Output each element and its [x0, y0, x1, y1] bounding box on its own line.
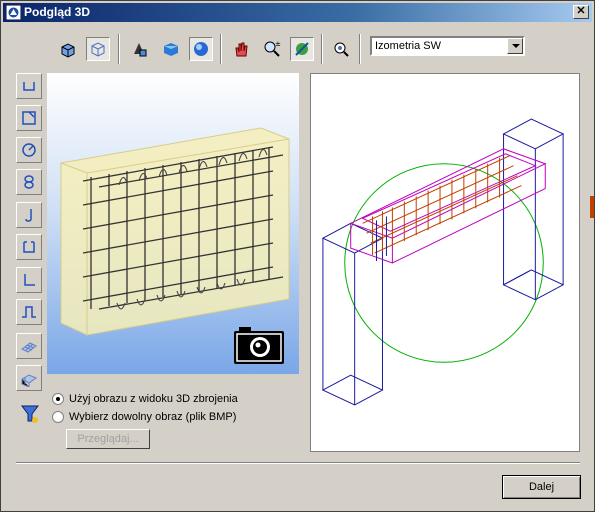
- shape-button-open-stirrup[interactable]: [16, 234, 42, 260]
- shape-button-mesh-3d[interactable]: [16, 365, 42, 391]
- j-hook-icon: [25, 209, 32, 222]
- shape-button-square-stirrup[interactable]: [16, 105, 42, 131]
- sphere-button[interactable]: [189, 37, 213, 61]
- choose-image-radio[interactable]: [52, 411, 64, 423]
- zoom-button[interactable]: ±: [260, 37, 284, 61]
- zoom-extents-button[interactable]: [329, 37, 353, 61]
- circle-stirrup-icon: [22, 143, 36, 157]
- use-3d-image-radio[interactable]: [52, 393, 64, 405]
- square-stirrup-icon: [22, 111, 36, 125]
- zoom-icon: ±: [264, 40, 281, 57]
- wireframe-cube-icon: [91, 42, 105, 57]
- view-select-value: Izometria SW: [375, 40, 442, 52]
- column-right: [502, 118, 565, 301]
- pan-button[interactable]: [229, 37, 253, 61]
- wireframe-cube-button[interactable]: [86, 37, 110, 61]
- sphere-icon: [194, 42, 208, 56]
- toolbar-separator: [359, 34, 361, 64]
- view-select[interactable]: Izometria SW: [370, 36, 525, 56]
- solid-cube-button[interactable]: [159, 37, 183, 61]
- spiral-icon: [24, 175, 34, 189]
- open-cube-icon: [61, 43, 75, 58]
- chevron-down-icon[interactable]: [507, 38, 523, 54]
- render-settings-icon: [134, 43, 147, 57]
- dialog-window: Podgląd 3D ✕ ± Izometria SW Użyj obrazu …: [0, 0, 595, 512]
- mesh-3d-icon: [20, 374, 38, 387]
- choose-image-label: Wybierz dowolny obraz (plik BMP): [69, 411, 237, 423]
- shape-button-wave-bar[interactable]: [16, 299, 42, 325]
- window-title: Podgląd 3D: [24, 5, 91, 19]
- shape-button-mesh[interactable]: [16, 333, 42, 359]
- rotate-icon: [295, 42, 309, 56]
- l-bar-icon: [24, 274, 35, 286]
- open-stirrup-icon: [23, 241, 35, 253]
- open-cube-button[interactable]: [56, 37, 80, 61]
- filter-icon: [21, 405, 39, 423]
- shape-button-spiral[interactable]: [16, 169, 42, 195]
- use-3d-image-option[interactable]: Użyj obrazu z widoku 3D zbrojenia: [52, 393, 238, 405]
- shape-button-circle-stirrup[interactable]: [16, 137, 42, 163]
- shape-button-hook-u[interactable]: [16, 73, 42, 99]
- divider: [16, 462, 580, 464]
- close-icon: ✕: [576, 5, 586, 17]
- orbit-circle: [344, 163, 544, 363]
- hook-u-icon: [23, 82, 35, 91]
- pan-hand-icon: [235, 42, 248, 57]
- 3d-view-canvas[interactable]: [310, 73, 580, 452]
- svg-text:±: ±: [275, 40, 281, 48]
- solid-cube-icon: [164, 43, 178, 56]
- render-settings-button[interactable]: [127, 37, 151, 61]
- zoom-extents-icon: [334, 42, 349, 57]
- shape-button-j-hook[interactable]: [16, 202, 42, 228]
- close-button[interactable]: ✕: [573, 5, 589, 19]
- toolbar-separator: [220, 34, 222, 64]
- shape-button-l-bar[interactable]: [16, 267, 42, 293]
- use-3d-image-label: Użyj obrazu z widoku 3D zbrojenia: [69, 393, 238, 405]
- beam: [349, 148, 547, 264]
- title-bar[interactable]: Podgląd 3D ✕: [3, 3, 592, 22]
- wave-bar-icon: [22, 306, 36, 318]
- resize-marker: [590, 196, 594, 218]
- rotate-button[interactable]: [290, 37, 314, 61]
- mesh-icon: [21, 342, 37, 353]
- next-button[interactable]: Dalej: [502, 475, 581, 499]
- camera-icon[interactable]: [233, 325, 285, 365]
- choose-image-option[interactable]: Wybierz dowolny obraz (plik BMP): [52, 411, 236, 423]
- toolbar-separator: [118, 34, 120, 64]
- app-icon: [6, 5, 21, 20]
- browse-button[interactable]: Przeglądaj...: [66, 429, 150, 449]
- toolbar-separator: [321, 34, 323, 64]
- column-left: [321, 222, 384, 406]
